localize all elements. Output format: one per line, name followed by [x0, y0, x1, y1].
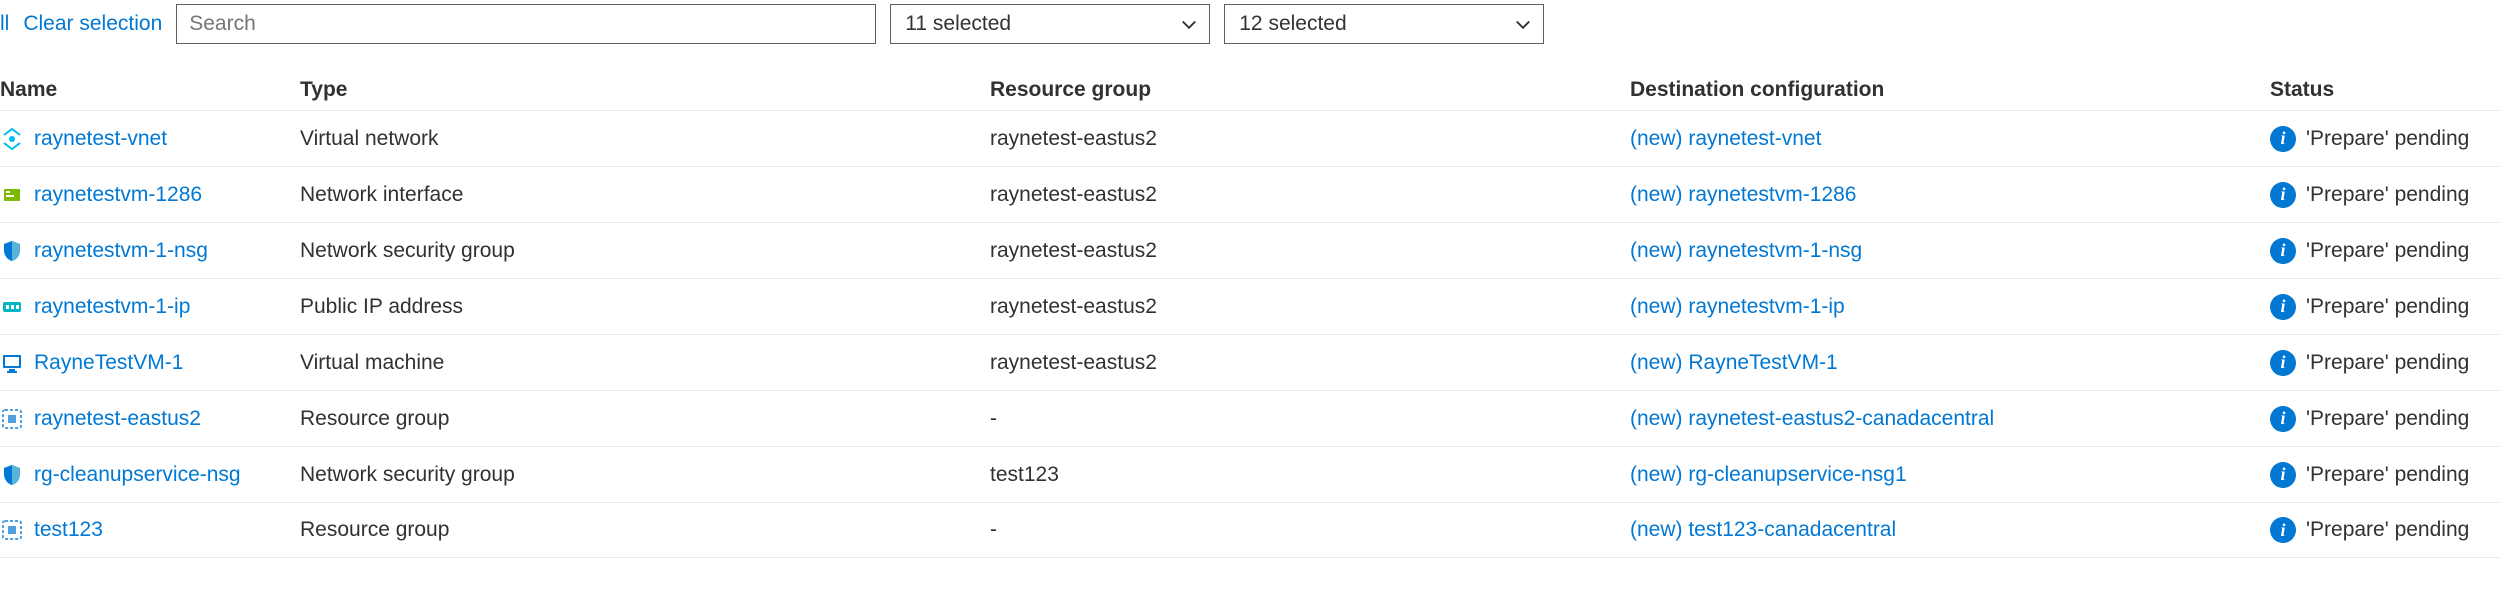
resource-name-link[interactable]: raynetest-eastus2	[34, 407, 201, 431]
status-text: 'Prepare' pending	[2306, 463, 2469, 487]
destination-link[interactable]: (new) raynetestvm-1-nsg	[1630, 239, 2270, 263]
table-row[interactable]: raynetestvm-1-ip Public IP address rayne…	[0, 278, 2500, 334]
resource-group: test123	[990, 463, 1630, 487]
column-header-type[interactable]: Type	[300, 78, 990, 102]
status-cell: i 'Prepare' pending	[2270, 126, 2500, 152]
destination-link[interactable]: (new) rg-cleanupservice-nsg1	[1630, 463, 2270, 487]
chevron-down-icon	[1513, 14, 1533, 34]
info-icon: i	[2270, 462, 2296, 488]
table-row[interactable]: raynetest-eastus2 Resource group - (new)…	[0, 390, 2500, 446]
resource-group: raynetest-eastus2	[990, 127, 1630, 151]
destination-link[interactable]: (new) test123-canadacentral	[1630, 518, 2270, 542]
destination-link[interactable]: (new) raynetest-eastus2-canadacentral	[1630, 407, 2270, 431]
nsg-icon	[0, 239, 24, 263]
search-input[interactable]	[176, 4, 876, 44]
column-header-status[interactable]: Status	[2270, 78, 2500, 102]
table-row[interactable]: RayneTestVM-1 Virtual machine raynetest-…	[0, 334, 2500, 390]
info-icon: i	[2270, 294, 2296, 320]
status-cell: i 'Prepare' pending	[2270, 294, 2500, 320]
resource-name-link[interactable]: raynetestvm-1-ip	[34, 295, 190, 319]
resource-group: raynetest-eastus2	[990, 183, 1630, 207]
select-all-fragment[interactable]: ll	[0, 12, 9, 36]
chevron-down-icon	[1179, 14, 1199, 34]
status-text: 'Prepare' pending	[2306, 183, 2469, 207]
resource-type: Network security group	[300, 463, 990, 487]
resource-group: -	[990, 407, 1630, 431]
nsg-icon	[0, 463, 24, 487]
destination-link[interactable]: (new) RayneTestVM-1	[1630, 351, 2270, 375]
destination-link[interactable]: (new) raynetestvm-1286	[1630, 183, 2270, 207]
resource-type: Network security group	[300, 239, 990, 263]
resource-name-link[interactable]: raynetestvm-1-nsg	[34, 239, 208, 263]
info-icon: i	[2270, 238, 2296, 264]
status-cell: i 'Prepare' pending	[2270, 238, 2500, 264]
status-cell: i 'Prepare' pending	[2270, 182, 2500, 208]
resource-name-link[interactable]: test123	[34, 518, 103, 542]
resource-name-link[interactable]: raynetest-vnet	[34, 127, 167, 151]
status-text: 'Prepare' pending	[2306, 407, 2469, 431]
filter-dropdown-2-label: 12 selected	[1239, 12, 1346, 36]
info-icon: i	[2270, 182, 2296, 208]
table-row[interactable]: test123 Resource group - (new) test123-c…	[0, 502, 2500, 558]
resource-type: Public IP address	[300, 295, 990, 319]
destination-link[interactable]: (new) raynetest-vnet	[1630, 127, 2270, 151]
nic-icon	[0, 183, 24, 207]
destination-link[interactable]: (new) raynetestvm-1-ip	[1630, 295, 2270, 319]
filter-dropdown-1-label: 11 selected	[905, 12, 1011, 36]
toolbar: ll Clear selection 11 selected 12 select…	[0, 0, 2500, 54]
table-row[interactable]: raynetestvm-1286 Network interface rayne…	[0, 166, 2500, 222]
column-header-resource-group[interactable]: Resource group	[990, 78, 1630, 102]
table-row[interactable]: raynetestvm-1-nsg Network security group…	[0, 222, 2500, 278]
table-body: raynetest-vnet Virtual network raynetest…	[0, 110, 2500, 558]
status-text: 'Prepare' pending	[2306, 518, 2469, 542]
table-row[interactable]: raynetest-vnet Virtual network raynetest…	[0, 110, 2500, 166]
vnet-icon	[0, 127, 24, 151]
table-header: Name Type Resource group Destination con…	[0, 54, 2500, 110]
status-text: 'Prepare' pending	[2306, 351, 2469, 375]
column-header-name[interactable]: Name	[0, 78, 300, 102]
resource-group: -	[990, 518, 1630, 542]
filter-dropdown-1[interactable]: 11 selected	[890, 4, 1210, 44]
resource-type: Resource group	[300, 407, 990, 431]
resource-type: Resource group	[300, 518, 990, 542]
resource-name-link[interactable]: rg-cleanupservice-nsg	[34, 463, 241, 487]
info-icon: i	[2270, 350, 2296, 376]
resource-type: Virtual machine	[300, 351, 990, 375]
vm-icon	[0, 351, 24, 375]
resource-name-link[interactable]: raynetestvm-1286	[34, 183, 202, 207]
info-icon: i	[2270, 126, 2296, 152]
clear-selection-link[interactable]: Clear selection	[23, 12, 162, 36]
status-cell: i 'Prepare' pending	[2270, 462, 2500, 488]
status-text: 'Prepare' pending	[2306, 295, 2469, 319]
resource-type: Virtual network	[300, 127, 990, 151]
table-row[interactable]: rg-cleanupservice-nsg Network security g…	[0, 446, 2500, 502]
status-cell: i 'Prepare' pending	[2270, 350, 2500, 376]
column-header-destination[interactable]: Destination configuration	[1630, 78, 2270, 102]
resource-group: raynetest-eastus2	[990, 239, 1630, 263]
info-icon: i	[2270, 406, 2296, 432]
status-text: 'Prepare' pending	[2306, 127, 2469, 151]
status-text: 'Prepare' pending	[2306, 239, 2469, 263]
status-cell: i 'Prepare' pending	[2270, 517, 2500, 543]
resource-group: raynetest-eastus2	[990, 351, 1630, 375]
filter-dropdown-2[interactable]: 12 selected	[1224, 4, 1544, 44]
rg-icon	[0, 518, 24, 542]
status-cell: i 'Prepare' pending	[2270, 406, 2500, 432]
resource-group: raynetest-eastus2	[990, 295, 1630, 319]
info-icon: i	[2270, 517, 2296, 543]
pip-icon	[0, 295, 24, 319]
resource-name-link[interactable]: RayneTestVM-1	[34, 351, 183, 375]
resource-type: Network interface	[300, 183, 990, 207]
rg-icon	[0, 407, 24, 431]
